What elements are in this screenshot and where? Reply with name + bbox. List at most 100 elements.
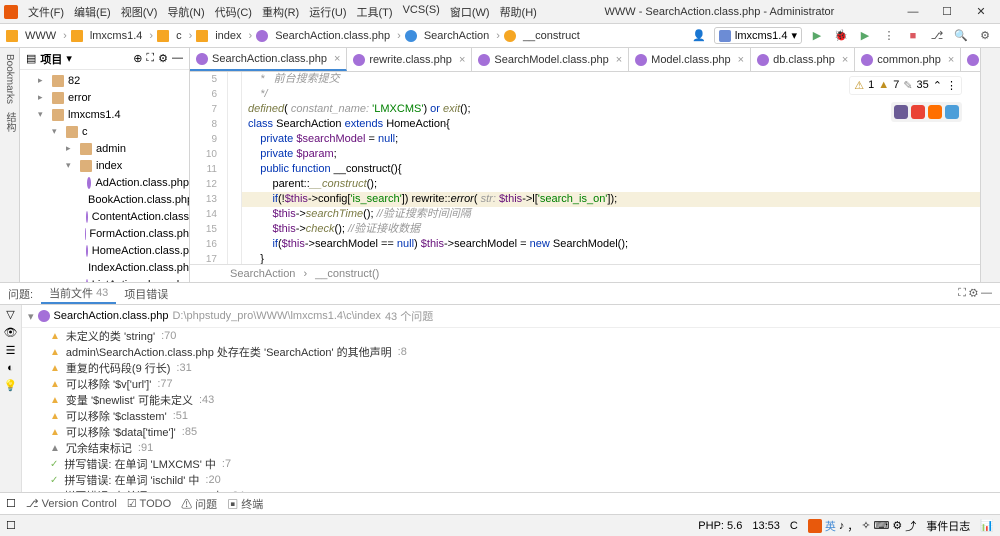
breadcrumb-item[interactable]: index [212,29,244,43]
code-content[interactable]: * 前台搜索提交 */defined( constant_name: 'LMXC… [242,72,980,264]
problem-item[interactable]: ▲可以移除 '$data['time']':85 [22,424,1000,440]
tree-node[interactable]: FormAction.class.ph [20,225,189,242]
bottom-toolwindow-bar[interactable]: ☐ ⎇ Version Control☑ TODO⚠ 问题▣ 终端 [0,492,1000,514]
php-version[interactable]: PHP: 5.6 [698,520,742,532]
tree-node[interactable]: ▾index [20,157,189,174]
tree-node[interactable]: HomeAction.class.p [20,242,189,259]
problem-item[interactable]: ✓拼写错误: 在单词 'ischild' 中:20 [22,472,1000,488]
builtin-browser-icon[interactable] [945,105,959,119]
tree-node[interactable]: ▾c [20,123,189,140]
problem-item[interactable]: ▲可以移除 '$classtem':51 [22,408,1000,424]
expand-icon[interactable]: ⛶ [146,52,154,65]
hide-panel-icon[interactable]: — [172,52,183,65]
debug-button[interactable]: 🐞 [832,27,850,45]
memory-icon[interactable]: 📊 [980,519,994,532]
minimize-button[interactable]: — [898,2,928,22]
toolwindow-tab[interactable]: ☑ TODO [127,497,171,510]
code-breadcrumb[interactable]: SearchAction › __construct() [190,264,980,282]
menu-item[interactable]: 帮助(H) [496,2,541,22]
select-opened-icon[interactable]: ⊕ [133,52,142,65]
project-errors-tab[interactable]: 项目错误 [116,283,176,304]
problem-item[interactable]: ▲未定义的类 'string':70 [22,328,1000,344]
project-tree[interactable]: ▸82▸error▾lmxcms1.4▾c▸admin▾indexAdActio… [20,70,189,282]
open-in-browser[interactable] [891,102,962,122]
menu-item[interactable]: 重构(R) [258,2,303,22]
maximize-button[interactable]: ☐ [932,2,962,22]
panel-collapse-icon[interactable]: ▤ [26,52,36,65]
breadcrumb-item[interactable]: SearchAction.class.php [272,29,393,43]
menu-item[interactable]: 窗口(W) [446,2,494,22]
bulb-icon[interactable]: 💡 [4,379,18,392]
problem-item[interactable]: ▲重复的代码段(9 行长):31 [22,360,1000,376]
editor-tab[interactable]: SearchAction.class.php× [190,48,347,71]
problems-list[interactable]: ▾ SearchAction.class.php D:\phpstudy_pro… [22,305,1000,492]
current-file-tab[interactable]: 当前文件 43 [41,283,116,304]
tree-node[interactable]: AdAction.class.php [20,174,189,191]
tree-node[interactable]: IndexAction.class.ph [20,259,189,276]
close-tab-icon[interactable]: × [331,53,340,65]
breadcrumb-item[interactable]: __construct [520,29,583,43]
tree-node[interactable]: ▸82 [20,72,189,89]
editor-tab[interactable]: common.php× [855,48,961,71]
close-button[interactable]: ✕ [966,2,996,22]
user-icon[interactable]: 👤 [690,27,708,45]
breadcrumb-item[interactable]: lmxcms1.4 [87,29,146,43]
eye-icon[interactable]: 👁 [4,326,18,339]
close-tab-icon[interactable]: × [839,54,848,66]
firefox-icon[interactable] [928,105,942,119]
editor-tab[interactable]: BasicAction.class.php× [961,48,980,71]
highlight-icon[interactable]: ◐ [7,362,14,374]
menu-item[interactable]: 代码(C) [211,2,256,22]
structure-tab[interactable]: 结构 [2,110,17,134]
tree-node[interactable]: ContentAction.class [20,208,189,225]
toolwindow-tab[interactable]: ⎇ Version Control [26,497,117,510]
expand-all-icon[interactable]: ☰ [6,344,16,357]
panel-settings-icon[interactable]: ⚙ [158,52,168,65]
menu-item[interactable]: 工具(T) [353,2,397,22]
editor-tab[interactable]: Model.class.php× [629,48,751,71]
run-config-selector[interactable]: lmxcms1.4▾ [714,27,802,44]
editor[interactable]: 567891011121314151617181920 * 前台搜索提交 */d… [190,72,980,264]
search-icon[interactable]: 🔍 [952,27,970,45]
problem-item[interactable]: ▲可以移除 '$v['url']':77 [22,376,1000,392]
git-icon[interactable]: ⎇ [928,27,946,45]
menu-item[interactable]: 编辑(E) [70,2,115,22]
tree-node[interactable]: ▸admin [20,140,189,157]
menu-item[interactable]: 文件(F) [24,2,68,22]
tree-node[interactable]: BookAction.class.php [20,191,189,208]
breadcrumb-item[interactable]: c [173,29,185,43]
menu-item[interactable]: 运行(U) [305,2,350,22]
menubar[interactable]: 文件(F)编辑(E)视图(V)导航(N)代码(C)重构(R)运行(U)工具(T)… [24,2,541,22]
breadcrumb-item[interactable]: SearchAction [421,29,492,43]
run-button[interactable]: ▶ [808,27,826,45]
more-run-icon[interactable]: ⋮ [880,27,898,45]
breadcrumb-item[interactable]: WWW [22,29,59,43]
menu-item[interactable]: 视图(V) [117,2,162,22]
close-tab-icon[interactable]: × [945,54,954,66]
tree-node[interactable]: ▸error [20,89,189,106]
problem-item[interactable]: ▲变量 '$newlist' 可能未定义:43 [22,392,1000,408]
tree-node[interactable]: ▾lmxcms1.4 [20,106,189,123]
status-tool-icon[interactable]: ☐ [6,519,16,532]
menu-item[interactable]: 导航(N) [163,2,208,22]
panel-tools[interactable]: ⛶ ⚙ — [950,283,1000,304]
editor-tab[interactable]: db.class.php× [751,48,855,71]
bookmarks-tab[interactable]: Bookmarks [4,52,15,106]
ime-icons[interactable]: 英 ♪，✧⌨⚙⤴ [808,518,916,534]
settings-icon[interactable]: ⚙ [976,27,994,45]
editor-tab[interactable]: SearchModel.class.php× [472,48,629,71]
problem-item[interactable]: ▲冗余结束标记:91 [22,440,1000,456]
problem-item[interactable]: ▲admin\SearchAction.class.php 处存在类 'Sear… [22,344,1000,360]
editor-tab[interactable]: rewrite.class.php× [347,48,472,71]
toolwindow-tab[interactable]: ⚠ 问题 [181,496,217,512]
chrome-icon[interactable] [911,105,925,119]
problem-item[interactable]: ✓拼写错误: 在单词 'LMXCMS' 中:7 [22,456,1000,472]
menu-item[interactable]: VCS(S) [399,2,444,22]
coverage-button[interactable]: ▶ [856,27,874,45]
close-tab-icon[interactable]: × [613,54,622,66]
inspection-widget[interactable]: ⚠1 ▲7 ✎35 ⌃⋮ [849,76,962,95]
close-tab-icon[interactable]: × [735,54,744,66]
events-log[interactable]: 事件日志 [926,518,970,534]
close-tab-icon[interactable]: × [456,54,465,66]
problems-tab[interactable]: 问题: [0,283,41,304]
